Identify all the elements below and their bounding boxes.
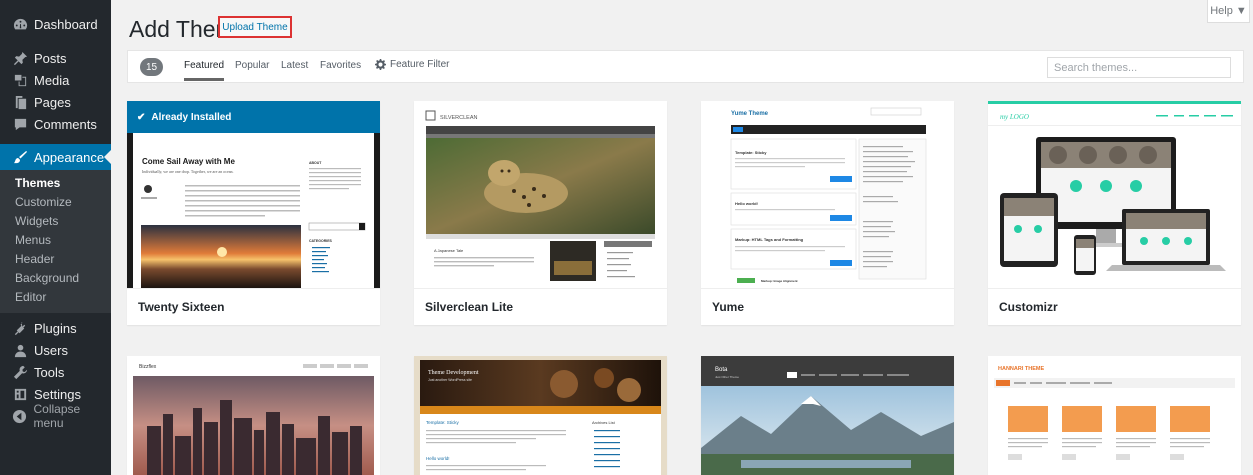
theme-name: Silverclean Lite xyxy=(414,288,667,325)
preview-headline: Come Sail Away with Me xyxy=(142,157,235,166)
brush-icon xyxy=(12,149,28,165)
sidebar-item-label: Pages xyxy=(34,94,71,110)
sidebar-item-pages[interactable]: Pages xyxy=(0,91,111,113)
submenu-item-background[interactable]: Background xyxy=(0,269,111,288)
theme-card-twenty-sixteen[interactable]: Come Sail Away with Me Individually, we … xyxy=(127,101,380,325)
theme-name: Customizr xyxy=(988,288,1241,325)
collapse-icon xyxy=(12,408,28,424)
installed-label: Already Installed xyxy=(151,111,232,123)
feature-filter-button[interactable]: Feature Filter xyxy=(375,59,449,70)
appearance-submenu: Themes Customize Widgets Menus Header Ba… xyxy=(0,170,111,313)
checkmark-icon: ✔ xyxy=(137,111,146,123)
pages-icon xyxy=(12,94,28,110)
preview-subtitle: Just Other Theme xyxy=(715,375,739,379)
sidebar-item-comments[interactable]: Comments xyxy=(0,113,111,135)
theme-card-bizzflex[interactable]: Bizzflex xyxy=(127,356,380,475)
settings-icon xyxy=(12,386,28,402)
theme-card-silverclean-lite[interactable]: SILVERCLEAN A Japanese Tale Silverclean … xyxy=(414,101,667,325)
submenu-item-menus[interactable]: Menus xyxy=(0,231,111,250)
preview-logo: HANNARI THEME xyxy=(998,366,1044,372)
sidebar-item-tools[interactable]: Tools xyxy=(0,361,111,383)
pin-icon xyxy=(12,50,28,66)
preview-title: Theme Development xyxy=(428,370,479,376)
sidebar-item-label: Plugins xyxy=(34,320,77,336)
preview-post1: Template: Sticky xyxy=(735,150,767,155)
tab-popular[interactable]: Popular xyxy=(235,60,269,71)
theme-screenshot: HANNARI THEME xyxy=(988,356,1241,475)
preview-subtitle: Just another WordPress site xyxy=(428,378,472,382)
sidebar-item-label: Tools xyxy=(34,364,65,380)
upload-theme-button[interactable]: Upload Theme xyxy=(218,16,292,38)
sidebar-item-plugins[interactable]: Plugins xyxy=(0,317,111,339)
submenu-item-customize[interactable]: Customize xyxy=(0,193,111,212)
media-icon xyxy=(12,72,28,88)
preview-post3: Markup: HTML Tags and Formatting xyxy=(735,237,804,242)
sidebar-item-label: Media xyxy=(34,72,70,88)
submenu-item-header[interactable]: Header xyxy=(0,250,111,269)
submenu-item-themes[interactable]: Themes xyxy=(0,174,111,193)
preview-post-title: A Japanese Tale xyxy=(434,248,464,253)
sidebar-item-posts[interactable]: Posts xyxy=(0,47,111,69)
theme-filter-bar: 15 Featured Popular Latest Favorites Fea… xyxy=(127,50,1244,83)
theme-screenshot: Bizzflex xyxy=(127,356,380,475)
search-themes-input[interactable] xyxy=(1047,57,1231,78)
preview-post2: Hello world! xyxy=(735,201,758,206)
plugin-icon xyxy=(12,320,28,336)
preview-widget-about: ABOUT xyxy=(309,161,322,165)
preview-widget-categories: CATEGORIES xyxy=(309,239,333,243)
submenu-item-editor[interactable]: Editor xyxy=(0,288,111,307)
sidebar-item-label: Collapse menu xyxy=(33,402,81,430)
preview-post: Template: Sticky xyxy=(426,420,460,425)
theme-name: Yume xyxy=(701,288,954,325)
sidebar-item-label: Users xyxy=(34,342,68,358)
sidebar-item-users[interactable]: Users xyxy=(0,339,111,361)
theme-count-badge: 15 xyxy=(140,58,163,76)
preview-post4: Markup: Image Alignment xyxy=(761,279,798,283)
tab-favorites[interactable]: Favorites xyxy=(320,60,361,71)
preview-logo: Bizzflex xyxy=(139,364,157,370)
theme-card-yume[interactable]: Yume Theme Template: Sticky Hello world!… xyxy=(701,101,954,325)
sidebar-item-label: Posts xyxy=(34,50,67,66)
theme-screenshot: SILVERCLEAN A Japanese Tale xyxy=(414,101,667,288)
tab-latest[interactable]: Latest xyxy=(281,60,308,71)
theme-card-customizr[interactable]: my LOGO Customizr xyxy=(988,101,1241,325)
theme-card-hannari[interactable]: HANNARI THEME xyxy=(988,356,1241,475)
preview-logo: Yume Theme xyxy=(731,111,769,117)
sidebar-item-dashboard[interactable]: Dashboard xyxy=(0,13,111,35)
sidebar-item-label: Appearance xyxy=(34,149,105,165)
collapse-menu-button[interactable]: Collapse menu xyxy=(0,402,111,430)
sidebar-item-label: Comments xyxy=(34,116,97,132)
feature-filter-label: Feature Filter xyxy=(390,59,450,70)
sidebar-item-media[interactable]: Media xyxy=(0,69,111,91)
help-tab[interactable]: Help ▼ xyxy=(1207,0,1250,23)
preview-logo: my LOGO xyxy=(1000,113,1029,121)
preview-logo: Bota xyxy=(715,367,728,373)
gear-icon xyxy=(375,59,386,70)
theme-card-bota[interactable]: Bota Just Other Theme xyxy=(701,356,954,475)
sidebar-item-appearance[interactable]: Appearance xyxy=(0,144,111,170)
preview-sidebar-title: Archives List xyxy=(592,420,616,425)
theme-screenshot: Bota Just Other Theme xyxy=(701,356,954,475)
submenu-item-widgets[interactable]: Widgets xyxy=(0,212,111,231)
theme-card-theme-development[interactable]: Theme Development Just another WordPress… xyxy=(414,356,667,475)
users-icon xyxy=(12,342,28,358)
theme-name: Twenty Sixteen xyxy=(127,288,380,325)
wrench-icon xyxy=(12,364,28,380)
theme-screenshot: my LOGO xyxy=(988,101,1241,288)
tab-featured[interactable]: Featured xyxy=(184,60,225,81)
theme-screenshot: Theme Development Just another WordPress… xyxy=(414,356,667,475)
admin-sidebar: Dashboard Posts Media Pages Comments App… xyxy=(0,0,111,475)
comment-icon xyxy=(12,116,28,132)
preview-logo: SILVERCLEAN xyxy=(440,115,478,121)
sidebar-item-label: Dashboard xyxy=(34,16,98,32)
already-installed-banner: ✔ Already Installed xyxy=(127,101,380,133)
preview-post2: Hello world! xyxy=(426,456,450,461)
theme-screenshot: Come Sail Away with Me Individually, we … xyxy=(127,101,380,288)
dashboard-icon xyxy=(12,16,28,32)
sidebar-item-label: Settings xyxy=(34,386,81,402)
theme-screenshot: Yume Theme Template: Sticky Hello world!… xyxy=(701,101,954,288)
